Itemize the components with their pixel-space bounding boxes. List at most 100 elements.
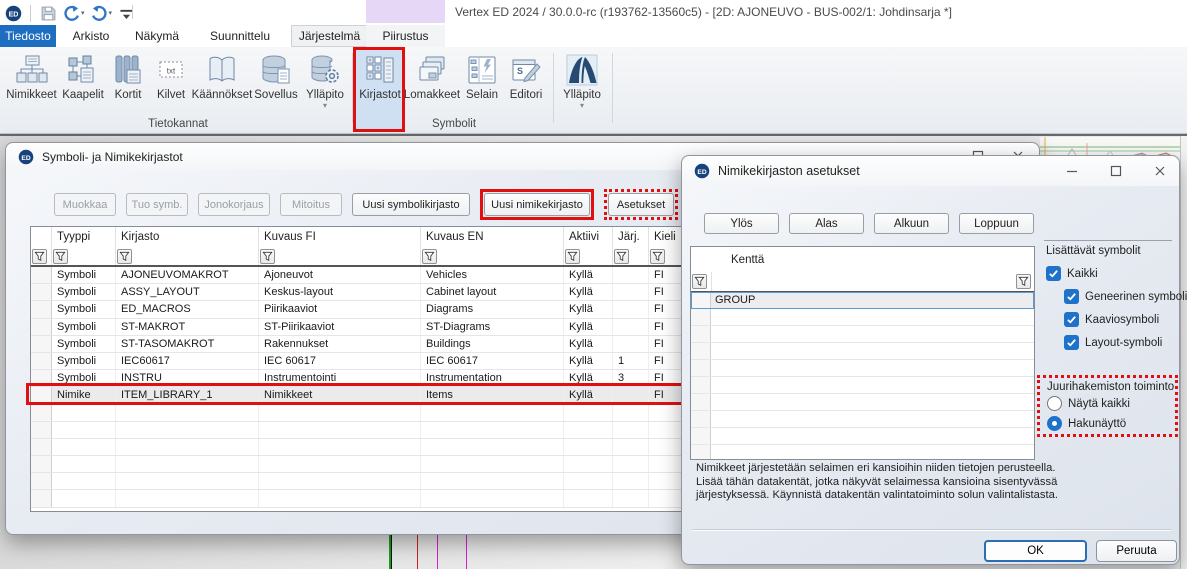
field-row[interactable]	[691, 343, 1034, 360]
header-cell[interactable]: Kenttä	[711, 247, 1034, 272]
ribbon-tab[interactable]: Järjestelmä	[291, 25, 368, 47]
quick-access-item[interactable]: ▾	[91, 5, 113, 22]
ribbon-button[interactable]: Kaapelit ▾	[59, 49, 107, 129]
field-row[interactable]	[691, 428, 1034, 445]
radio-button[interactable]	[1047, 416, 1062, 431]
cancel-button[interactable]: Peruuta	[1096, 540, 1177, 562]
header-cell[interactable]: Kuvaus FI	[259, 227, 421, 247]
row-selector-cell[interactable]	[691, 394, 711, 410]
row-selector-cell[interactable]	[31, 284, 52, 300]
checkbox-row[interactable]: Kaikki	[1046, 262, 1187, 285]
filter-button[interactable]	[32, 249, 47, 264]
row-selector-cell[interactable]	[31, 439, 52, 455]
ribbon-button[interactable]: Selain ▾	[460, 49, 504, 129]
row-selector-cell[interactable]	[691, 292, 711, 308]
checkbox[interactable]	[1064, 335, 1079, 350]
header-cell[interactable]: Tyyppi	[52, 227, 116, 247]
filter-button[interactable]	[53, 249, 68, 264]
row-selector-cell[interactable]	[31, 422, 52, 438]
ribbon-button[interactable]: txt Kilvet ▾	[149, 49, 193, 129]
filter-button[interactable]	[614, 249, 629, 264]
row-selector-cell[interactable]	[691, 326, 711, 342]
field-row[interactable]	[691, 309, 1034, 326]
checkbox-row[interactable]: Kaaviosymboli	[1064, 308, 1187, 331]
filter-button[interactable]	[565, 249, 580, 264]
ribbon-button[interactable]: Nimikkeet ▾	[4, 49, 59, 129]
toolbar-button[interactable]: Asetukset	[608, 193, 674, 216]
row-selector-cell[interactable]	[691, 377, 711, 393]
toolbar-button[interactable]: Mitoitus	[280, 193, 342, 216]
row-selector-cell[interactable]	[31, 456, 52, 472]
row-selector-cell[interactable]	[31, 336, 52, 352]
toolbar-button[interactable]: Uusi nimikekirjasto	[484, 193, 590, 216]
row-selector-cell[interactable]	[31, 353, 52, 369]
field-row[interactable]: GROUP	[691, 292, 1034, 309]
checkbox[interactable]	[1046, 266, 1061, 281]
quick-access-item[interactable]: ED ▾	[5, 5, 22, 22]
row-selector-cell[interactable]	[31, 387, 52, 403]
ribbon-tab[interactable]: Tiedosto	[0, 25, 56, 47]
field-row[interactable]	[691, 326, 1034, 343]
maximize-icon[interactable]	[1109, 164, 1123, 178]
ribbon-button[interactable]: S Editori ▾	[504, 49, 548, 129]
header-cell[interactable]: Kirjasto	[116, 227, 259, 247]
row-selector-cell[interactable]	[31, 301, 52, 317]
row-selector-cell[interactable]	[31, 267, 52, 283]
field-row[interactable]	[691, 394, 1034, 411]
radio-row[interactable]: Hakunäyttö	[1047, 414, 1175, 433]
field-row[interactable]	[691, 445, 1034, 460]
move-button[interactable]: Alkuun	[874, 213, 949, 234]
header-cell[interactable]: Kuvaus EN	[421, 227, 564, 247]
close-icon[interactable]	[1153, 164, 1167, 178]
ribbon-tab[interactable]: Näkymä	[124, 25, 190, 47]
row-selector-cell[interactable]	[31, 405, 52, 421]
filter-button[interactable]	[260, 249, 275, 264]
row-selector-cell[interactable]	[691, 428, 711, 444]
ribbon-tab[interactable]: Piirustus	[366, 25, 445, 47]
ribbon-button[interactable]: Lomakkeet ▾	[404, 49, 460, 129]
row-selector-cell[interactable]	[31, 490, 52, 506]
field-row[interactable]	[691, 411, 1034, 428]
row-selector-cell[interactable]	[691, 411, 711, 427]
checkbox-row[interactable]: Geneerinen symboli	[1064, 285, 1187, 308]
row-selector-cell[interactable]	[31, 473, 52, 489]
row-selector-cell[interactable]	[31, 319, 52, 335]
move-button[interactable]: Alas	[789, 213, 864, 234]
filter-button[interactable]	[422, 249, 437, 264]
filter-button[interactable]	[1016, 274, 1031, 289]
header-cell[interactable]: Aktiivi	[564, 227, 613, 247]
quick-access-item[interactable]: ▾	[30, 5, 57, 22]
toolbar-button[interactable]: Uusi symbolikirjasto	[352, 193, 470, 216]
ribbon-button[interactable]: Ylläpito ▾	[301, 49, 349, 129]
move-button[interactable]: Loppuun	[959, 213, 1034, 234]
toolbar-button[interactable]: Jonokorjaus	[198, 193, 270, 216]
row-selector-cell[interactable]	[31, 370, 52, 386]
ribbon-tab[interactable]: Suunnittelu	[194, 25, 286, 47]
ribbon-button[interactable]: Käännökset ▾	[193, 49, 251, 129]
row-selector-cell[interactable]	[691, 309, 711, 325]
filter-button[interactable]	[650, 249, 665, 264]
radio-button[interactable]	[1047, 396, 1062, 411]
row-selector-cell[interactable]	[691, 360, 711, 376]
ribbon-button[interactable]: Kirjastot ▾	[356, 49, 404, 129]
minimize-icon[interactable]	[1065, 164, 1079, 178]
ok-button[interactable]: OK	[984, 540, 1087, 562]
row-selector-cell[interactable]	[691, 343, 711, 359]
filter-button[interactable]	[692, 274, 707, 289]
ribbon-tab[interactable]: Arkisto	[62, 25, 120, 47]
toolbar-button[interactable]: Muokkaa	[54, 193, 116, 216]
header-cell[interactable]	[31, 227, 52, 247]
toolbar-button[interactable]: Tuo symb.	[126, 193, 188, 216]
filter-button[interactable]	[117, 249, 132, 264]
radio-row[interactable]: Näytä kaikki	[1047, 394, 1175, 413]
row-selector-cell[interactable]	[691, 445, 711, 460]
field-row[interactable]	[691, 360, 1034, 377]
quick-access-item[interactable]: ▾	[63, 5, 85, 22]
header-cell[interactable]: Järj.	[613, 227, 649, 247]
move-button[interactable]: Ylös	[704, 213, 779, 234]
ribbon-button[interactable]: Ylläpito ▾	[557, 49, 607, 129]
field-row[interactable]	[691, 377, 1034, 394]
checkbox-row[interactable]: Layout-symboli	[1064, 331, 1187, 354]
checkbox[interactable]	[1064, 289, 1079, 304]
ribbon-button[interactable]: Kortit ▾	[107, 49, 149, 129]
